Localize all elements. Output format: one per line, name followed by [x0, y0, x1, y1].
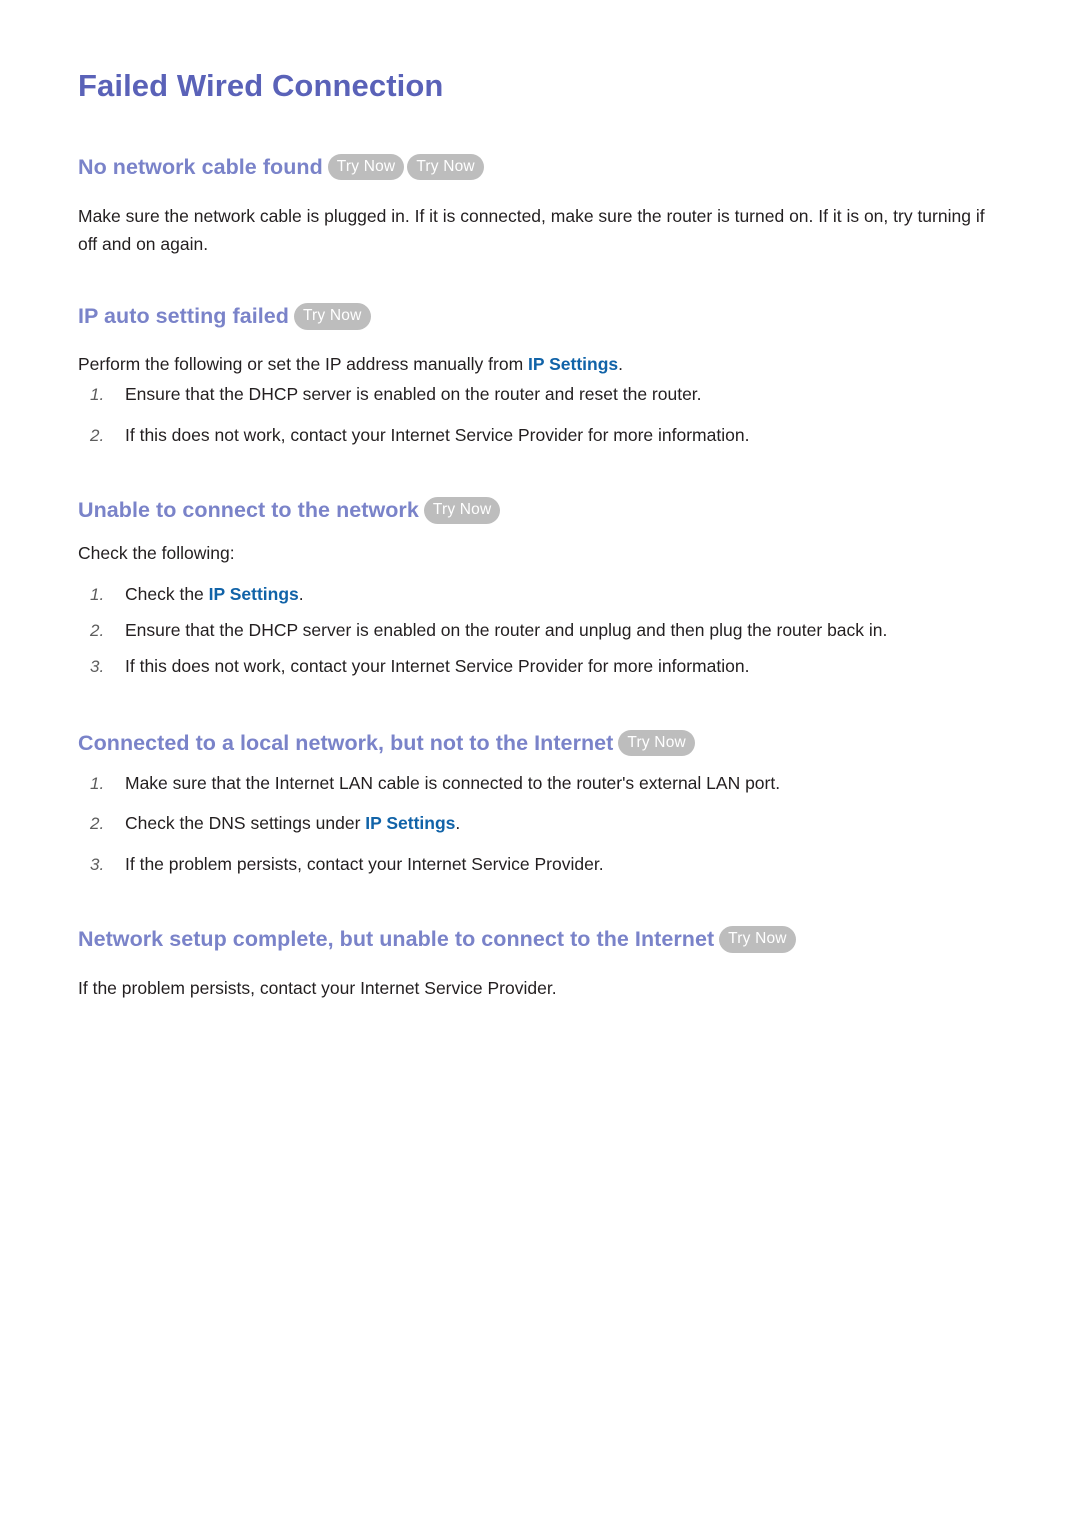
steps-unable-connect: Check the IP Settings. Ensure that the D…	[78, 564, 1002, 678]
section-heading-unable-connect-text: Unable to connect to the network	[78, 498, 419, 523]
try-now-badge[interactable]: Try Now	[719, 926, 796, 953]
list-item: Check the IP Settings.	[78, 584, 1002, 606]
section-heading-unable-connect: Unable to connect to the network Try Now	[78, 497, 1002, 524]
step-text-before-link: Check the	[125, 584, 209, 605]
try-now-badge[interactable]: Try Now	[618, 729, 695, 757]
try-now-badge[interactable]: Try Now	[327, 153, 405, 181]
paragraph-no-cable: Make sure the network cable is plugged i…	[78, 205, 985, 254]
section-heading-setup-complete-text: Network setup complete, but unable to co…	[78, 927, 715, 952]
list-item: Make sure that the Internet LAN cable is…	[90, 772, 781, 794]
step-text-after-link: .	[298, 584, 304, 605]
section-unable-to-connect: Unable to connect to the network Try Now …	[78, 447, 1002, 678]
steps-local-no-internet: Make sure that the Internet LAN cable is…	[78, 757, 1002, 877]
link-ip-settings[interactable]: IP Settings	[528, 354, 618, 374]
section-heading-no-cable-text: No network cable found	[78, 154, 323, 179]
list-item: Check the DNS settings under IP Settings…	[78, 813, 1002, 835]
section-setup-complete-no-internet: Network setup complete, but unable to co…	[78, 876, 1002, 1002]
section-heading-local-no-internet: Connected to a local network, but not to…	[78, 729, 1002, 757]
steps-ip-auto-failed: Ensure that the DHCP server is enabled o…	[78, 378, 1002, 447]
document-page: Failed Wired Connection No network cable…	[0, 0, 1080, 1527]
section-heading-ip-auto-failed-text: IP auto setting failed	[78, 304, 289, 329]
link-ip-settings[interactable]: IP Settings	[365, 813, 455, 833]
section-heading-local-no-internet-text: Connected to a local network, but not to…	[78, 730, 614, 755]
try-now-badge[interactable]: Try Now	[407, 153, 484, 181]
section-heading-setup-complete: Network setup complete, but unable to co…	[78, 926, 1002, 953]
list-item: Ensure that the DHCP server is enabled o…	[90, 619, 888, 641]
paragraph-setup-complete: If the problem persists, contact your In…	[78, 978, 557, 999]
list-item: If this does not work, contact your Inte…	[90, 655, 750, 677]
list-item: If the problem persists, contact your In…	[90, 854, 604, 875]
step-text-after-link: .	[455, 813, 461, 834]
link-ip-settings[interactable]: IP Settings	[209, 584, 299, 604]
section-heading-ip-auto-failed: IP auto setting failed Try Now	[78, 303, 1002, 330]
paragraph-check-following: Check the following:	[78, 543, 235, 564]
intro-text-after-link: .	[618, 354, 624, 375]
try-now-badge[interactable]: Try Now	[423, 497, 501, 524]
section-heading-no-cable: No network cable found Try Now Try Now	[78, 153, 1002, 181]
page-title: Failed Wired Connection	[78, 68, 444, 103]
section-ip-auto-setting-failed: IP auto setting failed Try Now Perform th…	[78, 258, 1002, 447]
list-item: If this does not work, contact your Inte…	[90, 425, 750, 446]
list-item: Ensure that the DHCP server is enabled o…	[90, 384, 702, 405]
step-text-before-link: Check the DNS settings under	[125, 813, 366, 834]
paragraph-ip-auto-intro: Perform the following or set the IP addr…	[78, 330, 1002, 378]
try-now-badge[interactable]: Try Now	[293, 303, 371, 330]
section-local-network-no-internet: Connected to a local network, but not to…	[78, 678, 1002, 877]
section-no-network-cable-found: No network cable found Try Now Try Now Mak…	[78, 104, 1002, 259]
intro-text-before-link: Perform the following or set the IP addr…	[78, 354, 529, 375]
